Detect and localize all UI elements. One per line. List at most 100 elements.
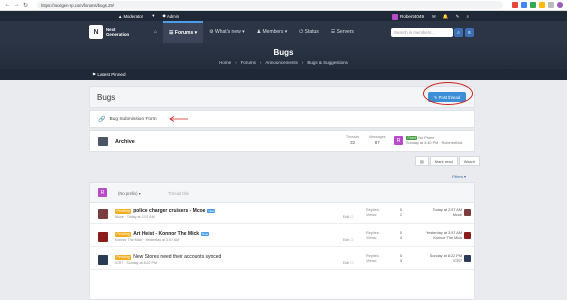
last-post-user[interactable]: Konnor The Mick — [420, 236, 462, 241]
thread-list: R (No prefix) ▾ Thread title Pending pol… — [89, 182, 475, 300]
inbox-icon[interactable]: ✉ — [432, 14, 436, 20]
quick-thread-row: R (No prefix) ▾ Thread title — [90, 183, 474, 203]
threads-stat: Threads 32 — [346, 135, 359, 145]
site-logo[interactable]: N Next Generation — [89, 25, 129, 39]
mark-read-button[interactable]: Mark read — [429, 156, 458, 166]
edit-icon[interactable]: Edit — [343, 238, 349, 242]
tab-members-label: Members — [262, 29, 284, 35]
messages-label: Messages — [369, 135, 386, 139]
table-row[interactable]: Pending police charger cruisers - Mcoe N… — [90, 204, 474, 224]
bell-icon[interactable]: 🔔 — [443, 14, 449, 20]
extension-icon[interactable] — [512, 2, 518, 8]
checkbox-icon[interactable]: ☐ — [350, 238, 353, 242]
brush-icon[interactable]: ✎ — [456, 14, 460, 20]
thread-title[interactable]: Pending Art Heist - Konnor The Mick New — [115, 231, 210, 237]
forward-icon[interactable]: → — [13, 2, 20, 9]
threads-label: Threads — [346, 135, 360, 139]
tab-status-label: Status — [304, 29, 319, 35]
back-icon[interactable]: ← — [4, 2, 11, 9]
link-forum-title[interactable]: Bug Submission Form — [109, 117, 156, 122]
thread-actions: Edit ☐ — [343, 238, 353, 242]
search-icon[interactable]: ⌕ — [466, 14, 469, 19]
latest-pinned-bar[interactable]: ⚑ Latest Pinned — [0, 69, 567, 80]
thread-title[interactable]: Pending New Stores need their accounts s… — [115, 254, 221, 260]
extension-icon[interactable] — [530, 2, 536, 8]
breadcrumb-separator: › — [259, 59, 262, 65]
profile-icon[interactable] — [557, 2, 563, 8]
thread-title-text[interactable]: Art Heist - Konnor The Mick — [133, 231, 199, 237]
checkbox-icon[interactable]: ☐ — [350, 215, 353, 219]
breadcrumb-separator: › — [235, 59, 237, 65]
thread-meta: Mcoe · Today at 2:57 AM — [115, 215, 155, 219]
tab-members[interactable]: ♟ Members ▾ — [251, 21, 294, 43]
tab-status[interactable]: ⏻ Status — [293, 21, 325, 43]
breadcrumb-announcements[interactable]: Announcements — [265, 60, 298, 65]
pin-icon: ⚑ — [92, 71, 97, 77]
watch-button[interactable]: Watch — [458, 156, 480, 166]
annotation-arrow — [169, 116, 188, 122]
thread-stat-labels: Replies: Views: — [366, 254, 380, 264]
main-navbar: N Next Generation ⌂ ☰ Forums ▾ ⚙ What's … — [0, 21, 567, 43]
new-badge: New — [207, 209, 216, 213]
avatar[interactable] — [464, 209, 471, 216]
last-post-user[interactable]: ICR7 — [420, 259, 462, 264]
table-row[interactable]: Pending New Stores need their accounts s… — [90, 250, 474, 270]
extension-icon[interactable] — [521, 2, 527, 8]
thread-meta: Konnor The Mick · Yesterday at 3:57 AM — [115, 238, 180, 242]
home-icon[interactable]: ⌂ — [148, 21, 163, 43]
subforum-title[interactable]: Archive — [115, 139, 135, 145]
avatar[interactable]: R — [394, 136, 403, 145]
avatar[interactable]: R — [98, 188, 107, 197]
breadcrumb-bugs-suggestions[interactable]: Bugs & Suggestions — [307, 60, 348, 65]
avatar[interactable] — [98, 232, 108, 242]
member-search-input[interactable]: Search in members... — [391, 28, 453, 37]
thread-actions: Edit ☐ — [343, 215, 353, 219]
thread-title-text[interactable]: police charger cruisers - Mcoe — [133, 208, 205, 214]
views-value: 1 — [399, 213, 402, 217]
address-bar[interactable]: https://nextgen-rp.com/forums/bugs.29/ — [37, 1, 503, 9]
last-post-user[interactable]: Mcoe — [420, 213, 462, 218]
latest-pinned-label: Latest Pinned — [97, 72, 126, 77]
last-post-title[interactable]: No Prone — [418, 136, 434, 140]
link-icon: 🔗 — [98, 116, 106, 123]
tab-whats-new[interactable]: ⚙ What's new ▾ — [203, 21, 250, 43]
tab-forums[interactable]: ☰ Forums ▾ — [163, 21, 204, 43]
avatar[interactable] — [464, 232, 471, 239]
tab-whats-new-label: What's new — [215, 29, 241, 35]
last-post-info: Fixed No Prone Sunday at 4:40 PM · Rober… — [406, 136, 462, 146]
thread-title-input[interactable]: Thread title — [168, 191, 189, 196]
filter-button[interactable]: ≡ — [465, 28, 474, 37]
user-avatar[interactable] — [392, 13, 398, 20]
reload-icon[interactable]: ↻ — [22, 2, 29, 9]
thread-title-text[interactable]: New Stores need their accounts synced — [133, 254, 221, 260]
avatar[interactable] — [98, 209, 108, 219]
moderator-menu[interactable]: ▲ Moderator ▾ — [118, 13, 154, 19]
prefix-select[interactable]: (No prefix) ▾ — [118, 191, 141, 196]
layout-toggle-button[interactable]: ▤ — [415, 156, 429, 166]
thread-stat-labels: Replies: Views: — [366, 231, 380, 241]
status-badge: Fixed — [406, 136, 418, 140]
thread-actions: Edit ☐ — [343, 261, 353, 265]
tab-forums-label: Forums — [174, 30, 194, 36]
messages-value: 87 — [374, 140, 380, 145]
status-badge: Pending — [115, 208, 132, 214]
extension-icon[interactable] — [548, 2, 554, 8]
tab-servers[interactable]: ☰ Servers — [325, 21, 360, 43]
admin-link[interactable]: ◆ Admin — [162, 13, 187, 19]
link-forum-row[interactable]: 🔗 Bug Submission Form — [89, 110, 475, 128]
avatar[interactable] — [98, 255, 108, 265]
avatar[interactable] — [464, 255, 471, 262]
table-row[interactable]: Pending Art Heist - Konnor The Mick New … — [90, 227, 474, 247]
search-button[interactable]: ⌕ — [454, 28, 463, 37]
breadcrumb-forums[interactable]: Forums — [241, 60, 256, 65]
thread-title[interactable]: Pending police charger cruisers - Mcoe N… — [115, 208, 216, 214]
checkbox-icon[interactable]: ☐ — [350, 261, 353, 265]
breadcrumb-separator: › — [301, 59, 304, 65]
filters-dropdown[interactable]: Filters ▾ — [452, 174, 466, 179]
edit-icon[interactable]: Edit — [343, 215, 349, 219]
username-link[interactable]: Robert4049 — [400, 14, 424, 19]
extension-icon[interactable] — [539, 2, 545, 8]
tab-servers-label: Servers — [336, 29, 354, 35]
breadcrumb-home[interactable]: Home — [219, 60, 231, 65]
edit-icon[interactable]: Edit — [343, 261, 349, 265]
